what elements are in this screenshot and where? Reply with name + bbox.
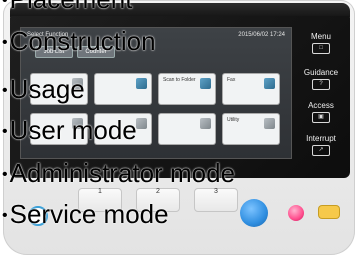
fax-icon bbox=[264, 78, 275, 89]
function-tile[interactable] bbox=[159, 114, 215, 144]
overlay-item-placement: •Placement bbox=[2, 0, 132, 12]
fax-tile[interactable]: Fax bbox=[223, 74, 279, 104]
access-key[interactable]: Access ▣ bbox=[296, 101, 346, 123]
interrupt-key[interactable]: Interrupt ↗ bbox=[296, 134, 346, 156]
interrupt-icon: ↗ bbox=[312, 145, 330, 156]
access-icon: ▣ bbox=[312, 112, 330, 123]
function-icon bbox=[200, 118, 211, 129]
screen-datetime: 2015/06/02 17:24 bbox=[238, 32, 285, 38]
guidance-key-label: Guidance bbox=[303, 68, 339, 77]
help-icon: ? bbox=[312, 79, 330, 90]
utility-icon bbox=[264, 118, 275, 129]
interrupt-key-label: Interrupt bbox=[306, 134, 336, 143]
folder-icon bbox=[200, 78, 211, 89]
function-icon bbox=[136, 78, 147, 89]
register-key-3[interactable]: 3 bbox=[194, 188, 238, 212]
id-button[interactable] bbox=[319, 206, 339, 218]
function-tile[interactable] bbox=[95, 74, 151, 104]
overlay-item-construction: •Construction bbox=[2, 26, 156, 56]
utility-tile[interactable]: Utility bbox=[223, 114, 279, 144]
overlay-item-usage: •Usage bbox=[2, 74, 85, 104]
scan-to-folder-tile[interactable]: Scan to Folder bbox=[159, 74, 215, 104]
overlay-item-service-mode: •Service mode bbox=[2, 199, 169, 229]
guidance-key[interactable]: Guidance ? bbox=[296, 68, 346, 90]
overlay-item-administrator-mode: •Administrator mode bbox=[2, 158, 236, 188]
stop-button[interactable] bbox=[288, 205, 304, 221]
menu-icon: □ bbox=[312, 43, 330, 54]
function-icon bbox=[136, 118, 147, 129]
menu-key-label: Menu bbox=[310, 32, 331, 41]
start-button[interactable] bbox=[240, 199, 268, 227]
access-key-label: Access bbox=[308, 101, 334, 110]
menu-key[interactable]: Menu □ bbox=[296, 32, 346, 54]
overlay-item-user-mode: •User mode bbox=[2, 115, 137, 145]
